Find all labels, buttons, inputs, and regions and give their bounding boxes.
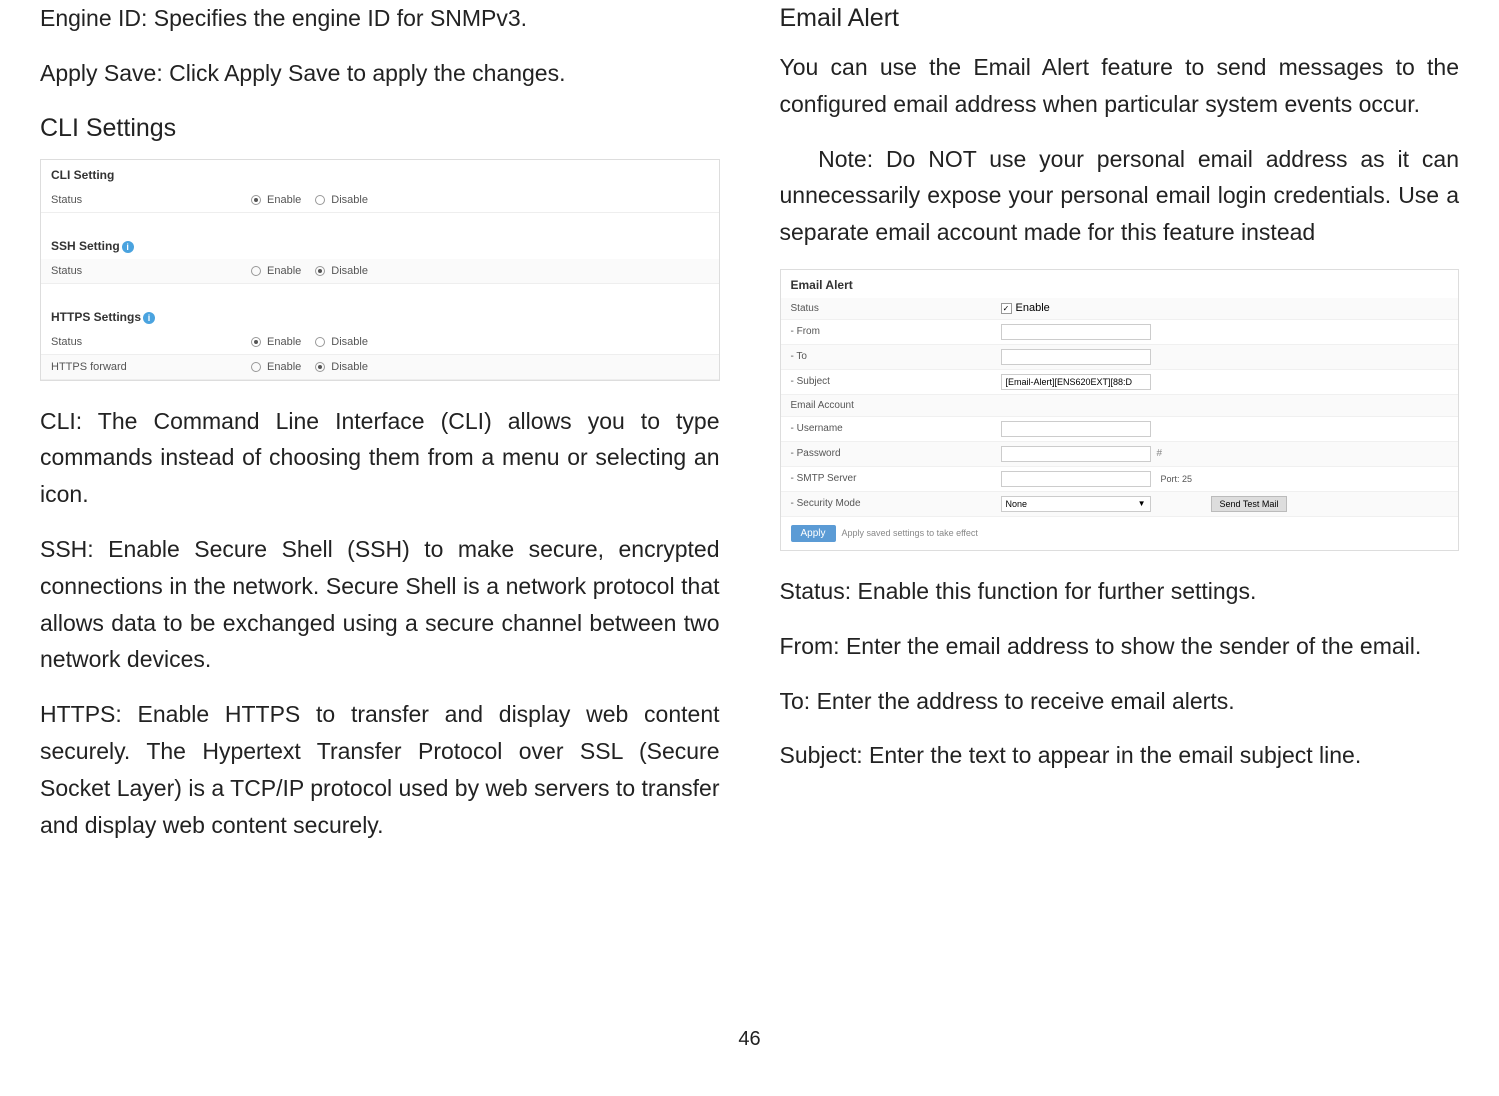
email-account-row: Email Account — [781, 395, 1459, 417]
from-row: - From — [781, 320, 1459, 345]
enable-checkbox[interactable]: ✓ — [1001, 303, 1012, 314]
paragraph: Subject: Enter the text to appear in the… — [780, 737, 1460, 774]
paragraph: SSH: Enable Secure Shell (SSH) to make s… — [40, 531, 720, 678]
radio-disable[interactable] — [315, 337, 325, 347]
paragraph: CLI: The Command Line Interface (CLI) al… — [40, 403, 720, 513]
paragraph: Engine ID: Specifies the engine ID for S… — [40, 0, 720, 37]
radio-enable[interactable] — [251, 266, 261, 276]
username-row: - Username — [781, 417, 1459, 442]
radio-label: Enable — [267, 336, 301, 348]
left-column: Engine ID: Specifies the engine ID for S… — [40, 0, 720, 1020]
radio-label: Enable — [267, 265, 301, 277]
smtp-row: - SMTP Server Port: 25 — [781, 467, 1459, 492]
setting-row: Status Enable Disable — [41, 259, 719, 284]
subject-input[interactable]: [Email-Alert][ENS620EXT][88:D — [1001, 374, 1151, 390]
section-title: HTTPS Settingsi — [41, 302, 719, 330]
row-label: Status — [791, 303, 1001, 314]
setting-row: Status Enable Disable — [41, 188, 719, 213]
radio-label: Disable — [331, 361, 368, 373]
paragraph: HTTPS: Enable HTTPS to transfer and disp… — [40, 696, 720, 843]
row-label: Status — [51, 336, 251, 348]
right-column: Email Alert You can use the Email Alert … — [780, 0, 1460, 1020]
apply-row: Apply Apply saved settings to take effec… — [781, 517, 1459, 550]
paragraph: You can use the Email Alert feature to s… — [780, 49, 1460, 123]
section-title: SSH Settingi — [41, 231, 719, 259]
subject-row: - Subject [Email-Alert][ENS620EXT][88:D — [781, 370, 1459, 395]
row-label: - Subject — [791, 376, 1001, 387]
enable-label: Enable — [1016, 302, 1050, 314]
radio-enable[interactable] — [251, 195, 261, 205]
radio-label: Disable — [331, 265, 368, 277]
row-label: Email Account — [791, 400, 1001, 411]
page-number: 46 — [40, 1028, 1459, 1051]
paragraph: Note: Do NOT use your personal email add… — [780, 141, 1460, 251]
cli-settings-heading: CLI Settings — [40, 114, 720, 143]
security-row: - Security Mode None ▼ Send Test Mail — [781, 492, 1459, 517]
paragraph: Status: Enable this function for further… — [780, 573, 1460, 610]
password-row: - Password # — [781, 442, 1459, 467]
radio-enable[interactable] — [251, 362, 261, 372]
row-label: - Username — [791, 423, 1001, 434]
to-row: - To — [781, 345, 1459, 370]
security-select[interactable]: None ▼ — [1001, 496, 1151, 512]
paragraph: To: Enter the address to receive email a… — [780, 683, 1460, 720]
row-label: HTTPS forward — [51, 361, 251, 373]
row-label: - SMTP Server — [791, 473, 1001, 484]
radio-label: Enable — [267, 194, 301, 206]
radio-label: Disable — [331, 194, 368, 206]
radio-disable[interactable] — [315, 266, 325, 276]
row-label: - From — [791, 326, 1001, 337]
setting-row: HTTPS forward Enable Disable — [41, 355, 719, 380]
paragraph: Apply Save: Click Apply Save to apply th… — [40, 55, 720, 92]
to-input[interactable] — [1001, 349, 1151, 365]
email-alert-heading: Email Alert — [780, 4, 1460, 33]
info-icon[interactable]: i — [122, 241, 134, 253]
info-icon[interactable]: i — [143, 312, 155, 324]
smtp-input[interactable] — [1001, 471, 1151, 487]
section-title: Email Alert — [781, 270, 1459, 298]
chevron-down-icon: ▼ — [1138, 499, 1146, 508]
status-row: Status ✓ Enable — [781, 298, 1459, 320]
cli-settings-screenshot: CLI Setting Status Enable Disable SSH Se… — [40, 159, 720, 381]
row-label: - Security Mode — [791, 498, 1001, 509]
send-test-button[interactable]: Send Test Mail — [1211, 496, 1288, 512]
radio-label: Disable — [331, 336, 368, 348]
row-label: - Password — [791, 448, 1001, 459]
row-label: Status — [51, 265, 251, 277]
radio-enable[interactable] — [251, 337, 261, 347]
show-password-icon[interactable]: # — [1157, 448, 1163, 459]
apply-note: Apply saved settings to take effect — [842, 528, 978, 538]
row-label: Status — [51, 194, 251, 206]
paragraph: From: Enter the email address to show th… — [780, 628, 1460, 665]
apply-button[interactable]: Apply — [791, 525, 836, 542]
radio-disable[interactable] — [315, 362, 325, 372]
row-label: - To — [791, 351, 1001, 362]
section-title: CLI Setting — [41, 160, 719, 188]
from-input[interactable] — [1001, 324, 1151, 340]
username-input[interactable] — [1001, 421, 1151, 437]
password-input[interactable] — [1001, 446, 1151, 462]
port-label: Port: 25 — [1161, 474, 1193, 484]
setting-row: Status Enable Disable — [41, 330, 719, 355]
email-alert-screenshot: Email Alert Status ✓ Enable - From - To … — [780, 269, 1460, 551]
radio-label: Enable — [267, 361, 301, 373]
radio-disable[interactable] — [315, 195, 325, 205]
